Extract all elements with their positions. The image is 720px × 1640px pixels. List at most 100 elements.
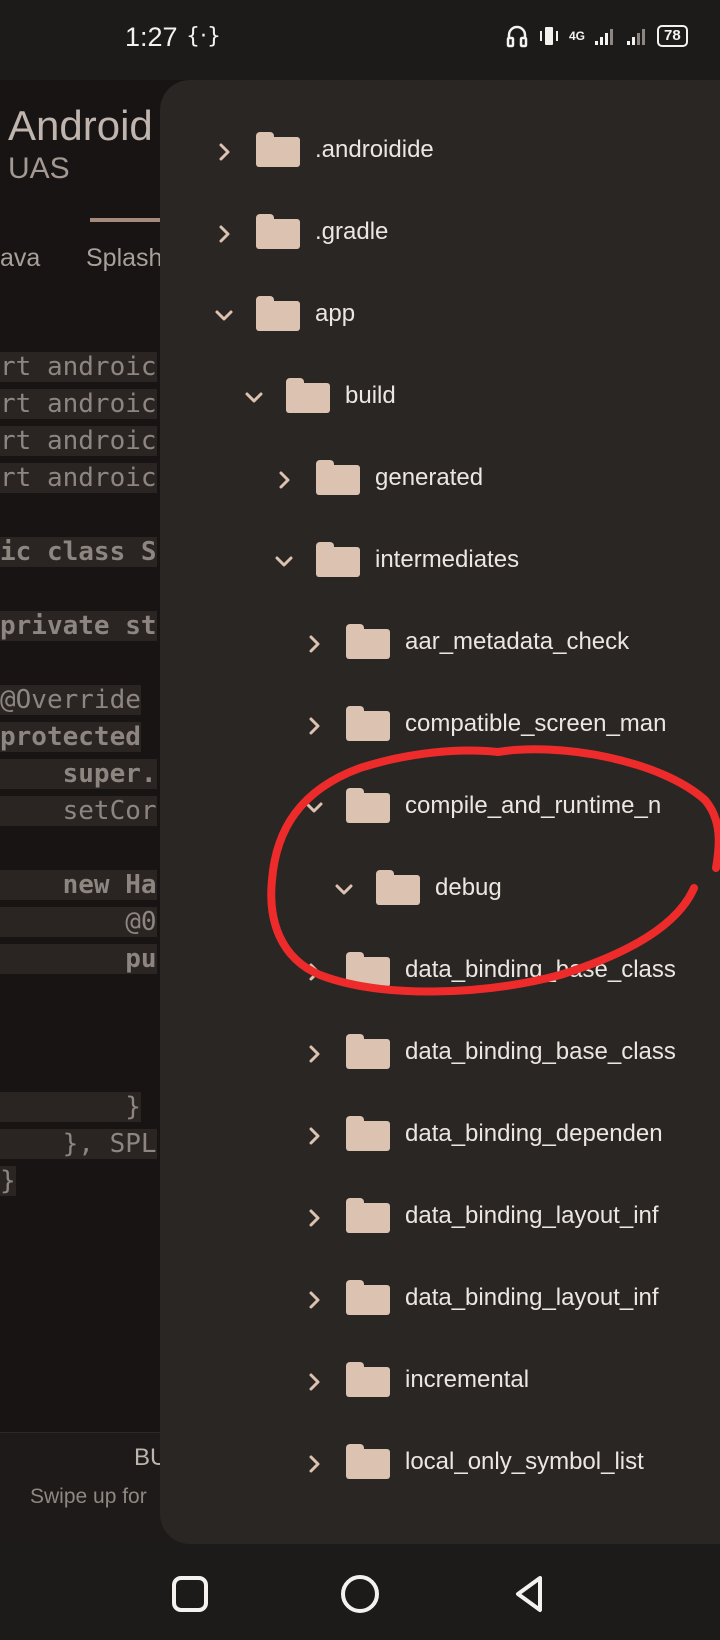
folder-icon bbox=[316, 460, 360, 495]
tree-item[interactable]: compile_and_runtime_n bbox=[160, 778, 720, 838]
tree-item[interactable]: intermediates bbox=[160, 532, 720, 592]
signal-icon bbox=[595, 29, 614, 45]
folder-icon bbox=[346, 1444, 390, 1479]
project-subtitle: UAS bbox=[8, 152, 70, 185]
chevron-right-icon[interactable] bbox=[210, 138, 238, 166]
folder-icon bbox=[346, 624, 390, 659]
tree-item[interactable]: local_only_symbol_list bbox=[160, 1434, 720, 1494]
code-line: rt androic bbox=[0, 426, 157, 456]
tree-item[interactable]: data_binding_base_class bbox=[160, 1024, 720, 1084]
project-title: Android bbox=[8, 102, 153, 149]
chevron-right-icon[interactable] bbox=[300, 1204, 328, 1232]
tab-splash[interactable]: Splash bbox=[86, 244, 162, 273]
headphones-icon bbox=[506, 25, 528, 48]
code-line: super. bbox=[0, 759, 157, 789]
tree-item[interactable]: .androidide bbox=[160, 122, 720, 182]
chevron-right-icon[interactable] bbox=[300, 630, 328, 658]
code-line: rt androic bbox=[0, 389, 157, 419]
tree-item-label: app bbox=[315, 300, 356, 327]
chevron-right-icon[interactable] bbox=[300, 1122, 328, 1150]
folder-icon bbox=[256, 214, 300, 249]
code-line: rt androic bbox=[0, 463, 157, 493]
chevron-down-icon[interactable] bbox=[270, 548, 298, 576]
tree-item-label: local_only_symbol_list bbox=[405, 1448, 644, 1475]
navigation-bar bbox=[0, 1544, 720, 1640]
recents-square-icon[interactable] bbox=[168, 1572, 212, 1616]
tree-item[interactable]: incremental bbox=[160, 1352, 720, 1412]
tree-item[interactable]: aar_metadata_check bbox=[160, 614, 720, 674]
chevron-right-icon[interactable] bbox=[300, 712, 328, 740]
vibrate-icon bbox=[540, 27, 558, 45]
folder-icon bbox=[316, 542, 360, 577]
network-type: 4G bbox=[569, 29, 586, 43]
chevron-right-icon[interactable] bbox=[210, 220, 238, 248]
home-circle-icon[interactable] bbox=[338, 1572, 382, 1616]
battery-indicator: 78 bbox=[657, 25, 688, 47]
tree-item-label: aar_metadata_check bbox=[405, 628, 630, 655]
tree-item[interactable]: app bbox=[160, 286, 720, 346]
code-line: } bbox=[0, 1092, 141, 1122]
tree-item[interactable]: build bbox=[160, 368, 720, 428]
folder-icon bbox=[346, 788, 390, 823]
code-line: setCor bbox=[0, 796, 157, 826]
tree-item-label: intermediates bbox=[375, 546, 520, 573]
active-tab-indicator bbox=[90, 218, 170, 222]
tree-item-label: data_binding_base_class bbox=[405, 956, 676, 983]
tree-item-label: incremental bbox=[405, 1366, 530, 1393]
tree-item-label: data_binding_layout_inf bbox=[405, 1202, 659, 1229]
tree-item[interactable]: data_binding_base_class bbox=[160, 942, 720, 1002]
chevron-right-icon[interactable] bbox=[300, 1368, 328, 1396]
chevron-right-icon[interactable] bbox=[300, 958, 328, 986]
chevron-down-icon[interactable] bbox=[240, 384, 268, 412]
folder-icon bbox=[376, 870, 420, 905]
folder-icon bbox=[346, 706, 390, 741]
tree-item-label: .gradle bbox=[315, 218, 389, 245]
tree-item[interactable]: data_binding_layout_inf bbox=[160, 1270, 720, 1330]
tab-java[interactable]: ava bbox=[0, 244, 40, 273]
folder-icon bbox=[346, 1362, 390, 1397]
status-icons: 4G 78 bbox=[505, 24, 688, 48]
tree-item-label: data_binding_base_class bbox=[405, 1038, 676, 1065]
folder-icon bbox=[346, 1034, 390, 1069]
tree-item-label: compile_and_runtime_n bbox=[405, 792, 662, 819]
chevron-right-icon[interactable] bbox=[270, 466, 298, 494]
tree-item[interactable]: generated bbox=[160, 450, 720, 510]
tree-item-label: data_binding_dependen bbox=[405, 1120, 663, 1147]
folder-icon bbox=[346, 1116, 390, 1151]
code-line: rt androic bbox=[0, 352, 157, 382]
tree-item[interactable]: data_binding_dependen bbox=[160, 1106, 720, 1166]
chevron-right-icon[interactable] bbox=[300, 1450, 328, 1478]
tree-item-label: build bbox=[345, 382, 396, 409]
chevron-down-icon[interactable] bbox=[210, 302, 238, 330]
file-tree-drawer[interactable]: .androidide .gradle app build generated inter… bbox=[160, 80, 720, 1544]
tree-item[interactable]: data_binding_layout_inf bbox=[160, 1188, 720, 1248]
folder-icon bbox=[346, 1280, 390, 1315]
code-line: pu bbox=[0, 944, 157, 974]
code-line: @0 bbox=[0, 907, 157, 937]
chevron-down-icon[interactable] bbox=[330, 876, 358, 904]
folder-icon bbox=[256, 132, 300, 167]
tree-item-label: .androidide bbox=[315, 136, 434, 163]
code-line: new Ha bbox=[0, 870, 157, 900]
code-line: ic class S bbox=[0, 537, 157, 567]
back-triangle-icon[interactable] bbox=[508, 1572, 552, 1616]
tree-item[interactable]: .gradle bbox=[160, 204, 720, 264]
code-line: }, SPL bbox=[0, 1129, 157, 1159]
chevron-right-icon[interactable] bbox=[300, 1040, 328, 1068]
folder-icon bbox=[256, 296, 300, 331]
folder-icon bbox=[346, 1198, 390, 1233]
status-bar: 1:27 {·} 4G 78 bbox=[0, 0, 720, 80]
status-time: 1:27 bbox=[125, 22, 178, 52]
tree-item-label: data_binding_layout_inf bbox=[405, 1284, 659, 1311]
tree-item-label: debug bbox=[435, 874, 502, 901]
chevron-down-icon[interactable] bbox=[300, 794, 328, 822]
tree-item[interactable]: debug bbox=[160, 860, 720, 920]
code-line: protected bbox=[0, 722, 141, 752]
tree-item-label: compatible_screen_man bbox=[405, 710, 667, 737]
code-line: } bbox=[0, 1166, 16, 1196]
folder-icon bbox=[286, 378, 330, 413]
code-line: private st bbox=[0, 611, 157, 641]
debug-bracket-icon: {·} bbox=[186, 24, 221, 49]
chevron-right-icon[interactable] bbox=[300, 1286, 328, 1314]
tree-item[interactable]: compatible_screen_man bbox=[160, 696, 720, 756]
